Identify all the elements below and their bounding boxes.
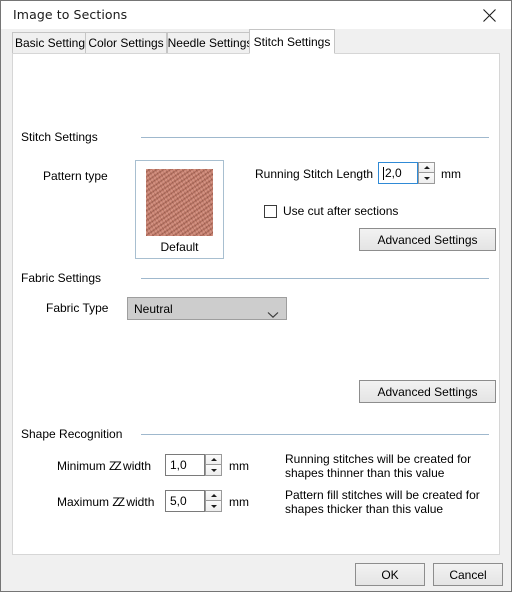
use-cut-after-sections-checkbox[interactable]: Use cut after sections [264, 203, 398, 219]
chevron-down-icon [210, 468, 217, 472]
spinner-up-button[interactable] [418, 162, 435, 173]
tab-needle-settings[interactable]: Needle Settings [167, 32, 253, 54]
minimum-zz-width-stepper[interactable]: 1,0 [165, 454, 222, 476]
tab-basic-settings[interactable]: Basic Settings [12, 32, 94, 54]
spinner-down-button[interactable] [205, 501, 222, 512]
fabric-type-label: Fabric Type [46, 301, 109, 315]
chevron-up-icon [210, 458, 217, 461]
cancel-button[interactable]: Cancel [433, 563, 503, 586]
checkbox-box [264, 204, 277, 218]
title-bar: Image to Sections [1, 1, 511, 29]
minimum-zz-width-value: 1,0 [170, 458, 187, 472]
minimum-zz-width-input[interactable]: 1,0 [165, 454, 205, 476]
minimum-zz-width-label: Minimum ZZ width [57, 459, 151, 473]
chevron-down-icon [267, 306, 279, 324]
advanced-settings-button-stitch[interactable]: Advanced Settings [359, 228, 496, 251]
tab-strip: Basic Settings Color Settings Needle Set… [1, 29, 511, 54]
running-stitch-length-unit: mm [441, 167, 461, 181]
maximum-zz-width-label-suffix: width [123, 495, 155, 509]
button-label: Advanced Settings [377, 232, 478, 247]
zigzag-symbol-icon: ZZ [112, 495, 125, 509]
checkbox-label: Use cut after sections [283, 204, 399, 218]
maximum-zz-width-description: Pattern fill stitches will be created fo… [285, 488, 480, 516]
pattern-swatch [146, 169, 213, 236]
pattern-name-label: Default [160, 240, 199, 254]
tab-label: Needle Settings [167, 36, 253, 50]
tab-stitch-settings[interactable]: Stitch Settings [249, 29, 335, 54]
group-rule-fabric-settings [141, 278, 489, 279]
group-header-fabric-settings: Fabric Settings [21, 271, 102, 285]
running-stitch-length-stepper[interactable]: 2,0 [378, 162, 435, 184]
tab-label: Stitch Settings [253, 34, 331, 49]
minimum-zz-width-unit: mm [229, 459, 249, 473]
minimum-zz-width-label-suffix: width [119, 459, 152, 473]
running-stitch-length-input[interactable]: 2,0 [378, 162, 418, 184]
chevron-down-icon [210, 504, 217, 508]
tab-label: Basic Settings [14, 36, 92, 50]
button-label: Advanced Settings [377, 384, 478, 399]
minimum-zz-width-description: Running stitches will be created for sha… [285, 452, 472, 480]
maximum-zz-width-unit: mm [229, 495, 249, 509]
spinner-down-button[interactable] [205, 465, 222, 476]
fabric-type-value: Neutral [134, 302, 173, 316]
maximum-zz-width-input[interactable]: 5,0 [165, 490, 205, 512]
group-header-shape-recognition: Shape Recognition [21, 427, 123, 441]
spinner-buttons [205, 454, 222, 476]
group-rule-shape-recognition [141, 434, 489, 435]
spinner-down-button[interactable] [418, 173, 435, 184]
tab-label: Color Settings [88, 36, 164, 50]
spinner-up-button[interactable] [205, 454, 222, 465]
dialog-window: Image to Sections Basic Settings Color S… [0, 0, 512, 592]
pattern-type-label: Pattern type [43, 169, 108, 183]
advanced-settings-button-fabric[interactable]: Advanced Settings [359, 380, 496, 403]
running-stitch-length-label: Running Stitch Length [255, 167, 374, 181]
text-caret [383, 166, 384, 180]
button-label: OK [381, 567, 399, 582]
ok-button[interactable]: OK [355, 563, 425, 586]
chevron-up-icon [210, 494, 217, 497]
maximum-zz-width-value: 5,0 [170, 494, 187, 508]
maximum-zz-width-label: Maximum ZZ width [57, 495, 154, 509]
fabric-type-select[interactable]: Neutral [127, 297, 287, 320]
tab-page-stitch-settings: Stitch Settings Pattern type Default Run… [12, 53, 500, 555]
button-label: Cancel [449, 567, 487, 582]
group-rule-stitch-settings [141, 137, 489, 138]
tab-color-settings[interactable]: Color Settings [85, 32, 167, 54]
chevron-down-icon [423, 176, 430, 180]
zigzag-symbol-icon: ZZ [109, 459, 122, 473]
maximum-zz-width-label-prefix: Maximum [57, 495, 113, 509]
maximum-zz-width-stepper[interactable]: 5,0 [165, 490, 222, 512]
pattern-type-selector[interactable]: Default [135, 160, 224, 259]
spinner-buttons [205, 490, 222, 512]
spinner-up-button[interactable] [205, 490, 222, 501]
spinner-buttons [418, 162, 435, 184]
chevron-up-icon [423, 166, 430, 169]
running-stitch-length-value: 2,0 [385, 166, 402, 180]
close-icon[interactable] [467, 1, 511, 29]
minimum-zz-width-label-prefix: Minimum [57, 459, 110, 473]
group-header-stitch-settings: Stitch Settings [21, 130, 98, 144]
window-title: Image to Sections [13, 7, 128, 22]
